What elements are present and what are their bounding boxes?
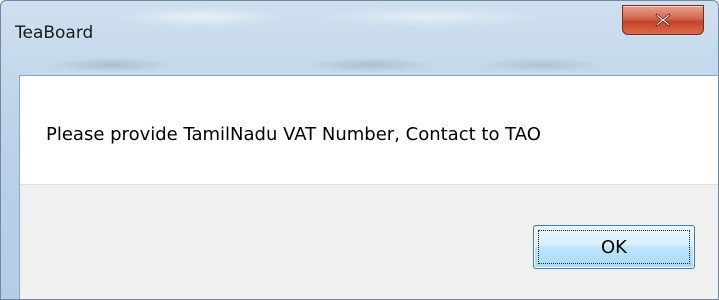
- close-button[interactable]: [622, 5, 704, 35]
- dialog-button-area: OK: [20, 184, 718, 299]
- dialog-message: Please provide TamilNadu VAT Number, Con…: [46, 124, 541, 145]
- ok-button[interactable]: OK: [533, 225, 695, 269]
- title-bar[interactable]: TeaBoard: [1, 1, 718, 43]
- dialog-client-area: Please provide TamilNadu VAT Number, Con…: [19, 75, 718, 299]
- message-box-window: TeaBoard Please provide TamilNadu VAT Nu…: [0, 0, 719, 300]
- close-icon: [655, 13, 671, 27]
- window-title: TeaBoard: [15, 23, 94, 43]
- ok-button-label: OK: [601, 236, 627, 258]
